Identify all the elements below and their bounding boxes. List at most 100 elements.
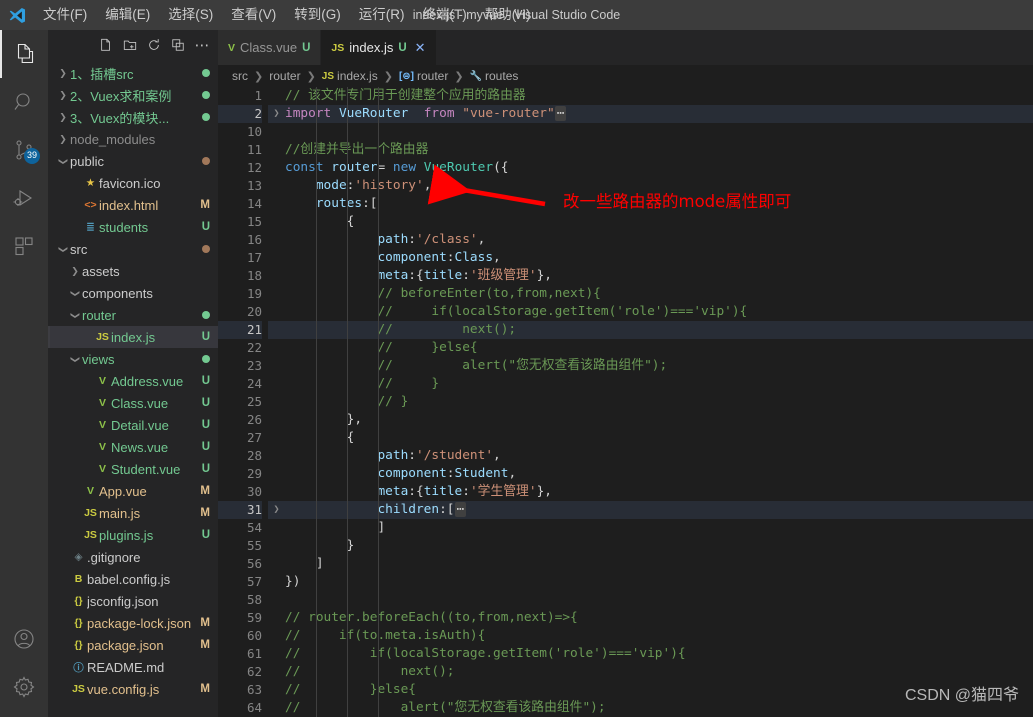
- code-line[interactable]: {: [285, 213, 1033, 231]
- chevron-down-icon[interactable]: ❯: [70, 286, 81, 300]
- breadcrumb-item-src[interactable]: src: [232, 69, 248, 83]
- tree-item-babel.config.js[interactable]: Bbabel.config.js: [48, 568, 218, 590]
- code-line[interactable]: // }else{: [285, 681, 1033, 699]
- search-icon[interactable]: [0, 78, 48, 126]
- breadcrumb-item-router[interactable]: [⊜] router: [399, 69, 448, 83]
- new-file-icon[interactable]: [96, 35, 116, 55]
- new-folder-icon[interactable]: [120, 35, 140, 55]
- tree-item-jsconfig.json[interactable]: {} jsconfig.json: [48, 590, 218, 612]
- file-tree[interactable]: ❯ 1、插槽src ❯ 2、Vuex求和案例 ❯ 3、Vuex的模块... ❯ node_mo…: [48, 60, 218, 717]
- run-debug-icon[interactable]: [0, 174, 48, 222]
- menu-file[interactable]: 文件(F): [34, 0, 96, 30]
- refresh-icon[interactable]: [144, 35, 164, 55]
- code-line[interactable]: // }else{: [285, 339, 1033, 357]
- tree-item-README.md[interactable]: ⓘ README.md: [48, 656, 218, 678]
- tree-item-public[interactable]: ❯ public: [48, 150, 218, 172]
- tree-item-index.html[interactable]: <> index.html M: [48, 194, 218, 216]
- tree-item-index.js[interactable]: JS index.js U: [48, 326, 218, 348]
- code-line[interactable]: //创建并导出一个路由器: [285, 141, 1033, 159]
- code-line[interactable]: path:'/student',: [285, 447, 1033, 465]
- tree-item-plugins.js[interactable]: JS plugins.js U: [48, 524, 218, 546]
- source-control-icon[interactable]: 39: [0, 126, 48, 174]
- breadcrumb-item-router[interactable]: router: [269, 69, 300, 83]
- editor-tabs[interactable]: V Class.vue U JS index.js U ✕: [218, 30, 1033, 65]
- code-line[interactable]: component:Class,: [285, 249, 1033, 267]
- code-line[interactable]: path:'/class',: [285, 231, 1033, 249]
- extensions-icon[interactable]: [0, 222, 48, 270]
- code-line[interactable]: // }: [285, 375, 1033, 393]
- fold-chevron-icon[interactable]: ❯: [268, 105, 285, 123]
- tree-item-router[interactable]: ❯ router: [48, 304, 218, 326]
- chevron-down-icon[interactable]: ❯: [58, 242, 69, 256]
- fold-controls[interactable]: ❯ ❯: [268, 87, 285, 717]
- code-content[interactable]: // 该文件专门用于创建整个应用的路由器 import VueRouter fro…: [285, 87, 1033, 717]
- breadcrumb[interactable]: src ❯ router ❯ JS index.js ❯ [⊜] router ❯ 🔧 routes: [218, 65, 1033, 87]
- tree-item-assets[interactable]: ❯ assets: [48, 260, 218, 282]
- menu-selection[interactable]: 选择(S): [159, 0, 222, 30]
- code-line[interactable]: // }: [285, 393, 1033, 411]
- chevron-down-icon[interactable]: ❯: [70, 352, 81, 366]
- tree-item-package.json[interactable]: {} package.json M: [48, 634, 218, 656]
- collapse-all-icon[interactable]: [168, 35, 188, 55]
- code-line[interactable]: // next();: [285, 663, 1033, 681]
- menu-go[interactable]: 转到(G): [285, 0, 350, 30]
- code-line[interactable]: component:Student,: [285, 465, 1033, 483]
- settings-gear-icon[interactable]: [0, 663, 48, 711]
- code-line[interactable]: // if(localStorage.getItem('role')==='vi…: [285, 645, 1033, 663]
- menu-terminal[interactable]: 终端(T): [414, 0, 476, 30]
- tree-item-1-插槽src[interactable]: ❯ 1、插槽src: [48, 62, 218, 84]
- code-line[interactable]: ]: [285, 555, 1033, 573]
- tree-item-Class.vue[interactable]: V Class.vue U: [48, 392, 218, 414]
- more-actions-icon[interactable]: ⋯: [192, 35, 212, 55]
- code-line[interactable]: [285, 123, 1033, 141]
- code-line[interactable]: mode:'history',: [285, 177, 1033, 195]
- code-line[interactable]: }): [285, 573, 1033, 591]
- explorer-icon[interactable]: [0, 30, 48, 78]
- code-line[interactable]: ]: [285, 519, 1033, 537]
- tree-item-Student.vue[interactable]: V Student.vue U: [48, 458, 218, 480]
- tree-item-Detail.vue[interactable]: V Detail.vue U: [48, 414, 218, 436]
- tree-item-Address.vue[interactable]: V Address.vue U: [48, 370, 218, 392]
- tree-item-src[interactable]: ❯ src: [48, 238, 218, 260]
- tree-item-3-Vuex的模块...[interactable]: ❯ 3、Vuex的模块...: [48, 106, 218, 128]
- tree-item-components[interactable]: ❯ components: [48, 282, 218, 304]
- close-icon[interactable]: ✕: [415, 40, 426, 56]
- chevron-right-icon[interactable]: ❯: [56, 134, 70, 145]
- code-line[interactable]: import VueRouter from "vue-router" ⋯: [285, 105, 1033, 123]
- tree-item-vue.config.js[interactable]: JS vue.config.js M: [48, 678, 218, 700]
- code-line[interactable]: children:[⋯: [285, 501, 1033, 519]
- tree-item-node_modules[interactable]: ❯ node_modules: [48, 128, 218, 150]
- code-line[interactable]: // 该文件专门用于创建整个应用的路由器: [285, 87, 1033, 105]
- tree-item-.gitignore[interactable]: ◈ .gitignore: [48, 546, 218, 568]
- tree-item-package-lock.json[interactable]: {} package-lock.json M: [48, 612, 218, 634]
- code-line[interactable]: // alert("您无权查看该路由组件");: [285, 699, 1033, 717]
- code-line[interactable]: // alert("您无权查看该路由组件");: [285, 357, 1033, 375]
- code-line[interactable]: },: [285, 411, 1033, 429]
- tab-index-js[interactable]: JS index.js U ✕: [321, 30, 437, 65]
- code-line[interactable]: meta:{title:'学生管理'},: [285, 483, 1033, 501]
- fold-chevron-icon[interactable]: ❯: [268, 501, 285, 519]
- menu-run[interactable]: 运行(R): [350, 0, 414, 30]
- code-line[interactable]: }: [285, 537, 1033, 555]
- tree-item-main.js[interactable]: JS main.js M: [48, 502, 218, 524]
- code-line[interactable]: routes:[: [285, 195, 1033, 213]
- chevron-down-icon[interactable]: ❯: [58, 154, 69, 168]
- code-editor[interactable]: 1 2 10 11 12 13 14 15 16 17 18 19 20 21 22 23 24 25 26 27 28…: [218, 87, 1033, 717]
- code-line[interactable]: // router.beforeEach((to,from,next)=>{: [285, 609, 1033, 627]
- chevron-down-icon[interactable]: ❯: [70, 308, 81, 322]
- tree-item-2-Vuex求和案例[interactable]: ❯ 2、Vuex求和案例: [48, 84, 218, 106]
- menu-view[interactable]: 查看(V): [222, 0, 285, 30]
- menu-edit[interactable]: 编辑(E): [96, 0, 159, 30]
- code-line[interactable]: // if(localStorage.getItem('role')==='vi…: [285, 303, 1033, 321]
- chevron-right-icon[interactable]: ❯: [68, 266, 82, 277]
- code-line[interactable]: // if(to.meta.isAuth){: [285, 627, 1033, 645]
- code-line[interactable]: meta:{title:'班级管理'},: [285, 267, 1033, 285]
- tab-Class-vue[interactable]: V Class.vue U: [218, 30, 322, 65]
- code-line[interactable]: // next();: [285, 321, 1033, 339]
- tree-item-App.vue[interactable]: V App.vue M: [48, 480, 218, 502]
- tree-item-favicon.ico[interactable]: ★ favicon.ico: [48, 172, 218, 194]
- tree-item-views[interactable]: ❯ views: [48, 348, 218, 370]
- chevron-right-icon[interactable]: ❯: [56, 68, 70, 79]
- breadcrumb-item-routes[interactable]: 🔧 routes: [470, 69, 519, 83]
- chevron-right-icon[interactable]: ❯: [56, 112, 70, 123]
